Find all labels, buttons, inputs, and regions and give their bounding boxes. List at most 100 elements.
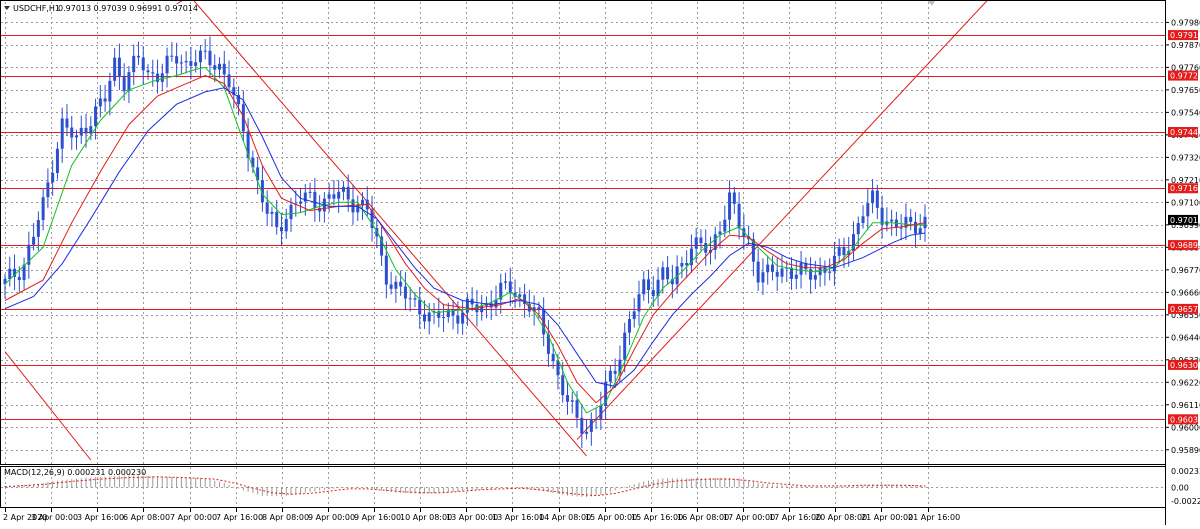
candle-body xyxy=(413,298,417,300)
candle-body xyxy=(227,74,231,88)
price-panel-frame xyxy=(0,0,1166,465)
candle-body xyxy=(198,50,202,63)
candle-body xyxy=(327,194,331,199)
candle-body xyxy=(813,275,817,280)
candle-body xyxy=(208,50,212,66)
candle-body xyxy=(766,264,770,273)
candle-body xyxy=(84,127,88,134)
candle-body xyxy=(156,73,160,82)
moving-average-layer xyxy=(4,66,926,414)
time-tick-label: 7 Apr 16:00 xyxy=(216,513,263,522)
candle-body xyxy=(79,127,83,136)
candle-body xyxy=(594,418,598,420)
candle-body xyxy=(861,216,865,224)
trend-line[interactable] xyxy=(576,0,1078,440)
time-tick-label: 21 Apr 16:00 xyxy=(908,513,960,522)
time-tick-label: 3 Apr 16:00 xyxy=(77,513,124,522)
candle-body xyxy=(8,268,12,280)
time-tick-label: 8 Apr 08:00 xyxy=(262,513,309,522)
time-tick-label: 15 Apr 00:00 xyxy=(585,513,637,522)
time-tick-label: 17 Apr 00:00 xyxy=(723,513,775,522)
candle-body xyxy=(627,319,631,333)
candle-body xyxy=(842,247,846,256)
candle-body xyxy=(289,204,293,220)
price-tick-label: 0.96770 xyxy=(1171,266,1200,275)
symbol-label[interactable]: USDCHF,H1 xyxy=(13,4,60,13)
candle-body xyxy=(837,247,841,256)
candle-body xyxy=(647,279,651,291)
candle-body xyxy=(899,227,903,229)
price-tick-label: 0.96000 xyxy=(1171,423,1200,432)
chart-window: 0.979800.978700.977600.976500.975400.974… xyxy=(0,0,1200,525)
candle-body xyxy=(913,221,917,234)
time-axis[interactable]: 2 Apr 20203 Apr 00:003 Apr 16:006 Apr 08… xyxy=(3,508,960,522)
candle-body xyxy=(608,370,612,382)
candle-body xyxy=(442,317,446,319)
time-tick-label: 16 Apr 08:00 xyxy=(677,513,729,522)
candle-body xyxy=(623,332,627,360)
ohlc-label: 0.97013 0.97039 0.96991 0.97014 xyxy=(58,4,198,13)
candle-body xyxy=(680,262,684,267)
candle-body xyxy=(384,255,388,285)
macd-axis[interactable]: 0.002338 0.00 -0.002247 xyxy=(1171,467,1200,506)
candle-body xyxy=(141,57,145,71)
candle-body xyxy=(756,261,760,283)
candle-body xyxy=(94,106,98,127)
price-tick-label: 0.97540 xyxy=(1171,108,1200,117)
level-price-tag-label: 0.96039 xyxy=(1170,415,1200,424)
price-axis[interactable]: 0.979800.978700.977600.976500.975400.974… xyxy=(1165,18,1200,455)
candle-body xyxy=(275,211,279,228)
candle-body xyxy=(270,211,274,214)
macd-label: MACD(12,26,9) 0.000231 0.000230 xyxy=(4,468,146,477)
candle-body xyxy=(651,290,655,297)
candle-body xyxy=(127,72,131,92)
candle-body xyxy=(585,431,589,434)
candle-body xyxy=(427,312,431,322)
candle-body xyxy=(856,223,860,235)
current-price-label: 0.97014 xyxy=(1170,216,1200,225)
candle-body xyxy=(718,231,722,235)
price-tick-label: 0.97100 xyxy=(1171,198,1200,207)
candle-body xyxy=(799,262,803,275)
candle-body xyxy=(51,172,55,183)
candle-body xyxy=(265,202,269,214)
macd-tick-label: 0.002338 xyxy=(1171,467,1200,476)
candle-body xyxy=(828,271,832,273)
trend-line[interactable] xyxy=(186,0,587,457)
candle-body xyxy=(551,353,555,362)
chart-shift-icon[interactable] xyxy=(928,1,935,6)
candle-body xyxy=(313,191,317,208)
candle-body xyxy=(613,370,617,374)
macd-tick-label: 0.00 xyxy=(1171,483,1189,492)
candle-body xyxy=(728,192,732,220)
candle-body xyxy=(98,98,102,107)
time-tick-label: 9 Apr 16:00 xyxy=(354,513,401,522)
candle-body xyxy=(556,361,560,376)
candle-body xyxy=(504,281,508,283)
candle-body xyxy=(160,73,164,82)
candle-body xyxy=(632,311,636,320)
price-tick-label: 0.97320 xyxy=(1171,153,1200,162)
candle-body xyxy=(589,418,593,432)
candlestick-series xyxy=(3,36,927,448)
candle-body xyxy=(122,75,126,92)
time-tick-label: 14 Apr 08:00 xyxy=(539,513,591,522)
level-price-tag-label: 0.96579 xyxy=(1170,305,1200,314)
candle-body xyxy=(151,72,155,74)
symbol-dropdown-icon[interactable] xyxy=(4,6,10,10)
candle-body xyxy=(132,55,136,73)
candle-body xyxy=(418,299,422,315)
candle-body xyxy=(136,55,140,58)
candle-body xyxy=(780,268,784,277)
time-tick-label: 20 Apr 08:00 xyxy=(815,513,867,522)
time-tick-label: 10 Apr 08:00 xyxy=(400,513,452,522)
chart-header: USDCHF,H1 0.97013 0.97039 0.96991 0.9701… xyxy=(4,4,198,13)
candle-body xyxy=(642,279,646,295)
candle-body xyxy=(184,61,188,63)
candle-body xyxy=(666,267,670,280)
candle-body xyxy=(203,50,207,52)
candle-body xyxy=(880,207,884,225)
candle-body xyxy=(599,406,603,419)
candle-body xyxy=(518,294,522,297)
candle-body xyxy=(70,127,74,138)
